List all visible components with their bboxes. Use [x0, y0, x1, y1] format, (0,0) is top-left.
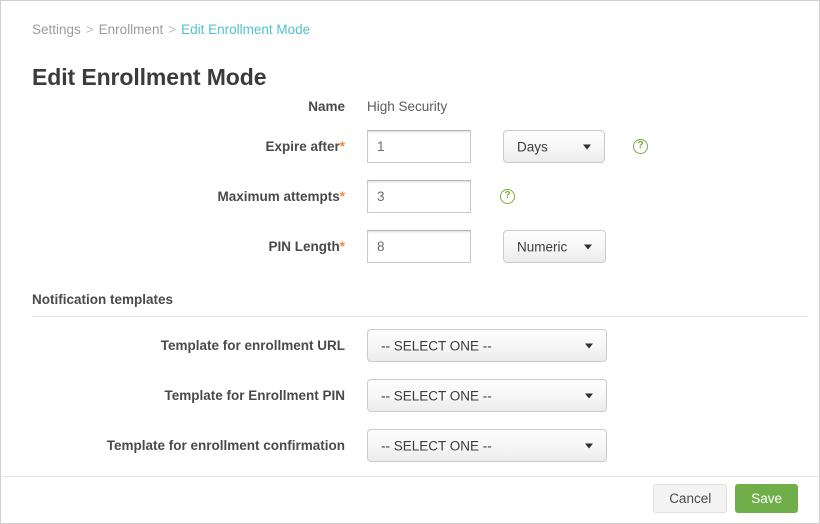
name-label: Name	[308, 99, 345, 114]
breadcrumb: Settings > Enrollment > Edit Enrollment Mode	[32, 21, 310, 39]
template-enrollment-pin-label: Template for Enrollment PIN	[164, 388, 345, 403]
form-row-template-enrollment-pin: Template for Enrollment PIN -- SELECT ON…	[1, 379, 819, 429]
name-value: High Security	[367, 99, 448, 114]
breadcrumb-separator: >	[85, 22, 94, 37]
maximum-attempts-input[interactable]	[367, 180, 471, 213]
breadcrumb-item-settings[interactable]: Settings	[32, 22, 81, 37]
form-row-maximum-attempts: Maximum attempts* ?	[1, 180, 819, 230]
breadcrumb-item-edit-enrollment-mode[interactable]: Edit Enrollment Mode	[181, 22, 310, 37]
template-enrollment-confirmation-value: -- SELECT ONE --	[381, 438, 492, 453]
chevron-down-icon	[585, 393, 593, 398]
template-enrollment-confirmation-select[interactable]: -- SELECT ONE --	[367, 429, 607, 462]
form-row-name: Name High Security	[1, 99, 819, 130]
expire-after-unit-select[interactable]: Days	[503, 130, 605, 163]
edit-enrollment-mode-page: Settings > Enrollment > Edit Enrollment Mode…	[0, 0, 820, 524]
pin-length-input[interactable]	[367, 230, 471, 263]
chevron-down-icon	[585, 343, 593, 348]
pin-length-label: PIN Length*	[268, 239, 345, 254]
form-row-template-enrollment-confirmation: Template for enrollment confirmation -- …	[1, 429, 819, 479]
form-row-template-enrollment-url: Template for enrollment URL -- SELECT ON…	[1, 329, 819, 379]
section-divider	[32, 316, 807, 317]
cancel-button[interactable]: Cancel	[653, 484, 728, 513]
save-button[interactable]: Save	[735, 484, 798, 513]
template-enrollment-url-select[interactable]: -- SELECT ONE --	[367, 329, 607, 362]
pin-length-type-value: Numeric	[517, 239, 568, 254]
footer-actions: Cancel Save	[653, 484, 798, 513]
chevron-down-icon	[583, 144, 591, 149]
expire-after-label: Expire after*	[265, 139, 345, 154]
breadcrumb-separator: >	[168, 22, 177, 37]
template-enrollment-pin-select[interactable]: -- SELECT ONE --	[367, 379, 607, 412]
pin-length-type-select[interactable]: Numeric	[503, 230, 606, 263]
form-row-expire-after: Expire after* Days ?	[1, 130, 819, 180]
required-marker: *	[339, 189, 345, 204]
template-enrollment-confirmation-label: Template for enrollment confirmation	[106, 438, 345, 453]
chevron-down-icon	[584, 244, 592, 249]
footer-divider	[2, 476, 818, 477]
required-marker: *	[339, 139, 345, 154]
enrollment-mode-form: Name High Security Expire after* Days ? …	[1, 99, 819, 280]
help-circle-icon[interactable]: ?	[633, 139, 648, 154]
breadcrumb-item-enrollment[interactable]: Enrollment	[99, 22, 164, 37]
expire-after-unit-value: Days	[517, 139, 548, 154]
form-row-pin-length: PIN Length* Numeric	[1, 230, 819, 280]
maximum-attempts-label: Maximum attempts*	[217, 189, 345, 204]
help-circle-icon[interactable]: ?	[500, 189, 515, 204]
template-enrollment-url-label: Template for enrollment URL	[160, 338, 345, 353]
template-enrollment-pin-value: -- SELECT ONE --	[381, 388, 492, 403]
template-enrollment-url-value: -- SELECT ONE --	[381, 338, 492, 353]
notification-templates-rows: Template for enrollment URL -- SELECT ON…	[1, 329, 819, 479]
expire-after-input[interactable]	[367, 130, 471, 163]
notification-templates-section: Notification templates	[32, 292, 807, 317]
required-marker: *	[339, 239, 345, 254]
chevron-down-icon	[585, 443, 593, 448]
section-title: Notification templates	[32, 292, 174, 307]
page-title: Edit Enrollment Mode	[32, 64, 267, 90]
